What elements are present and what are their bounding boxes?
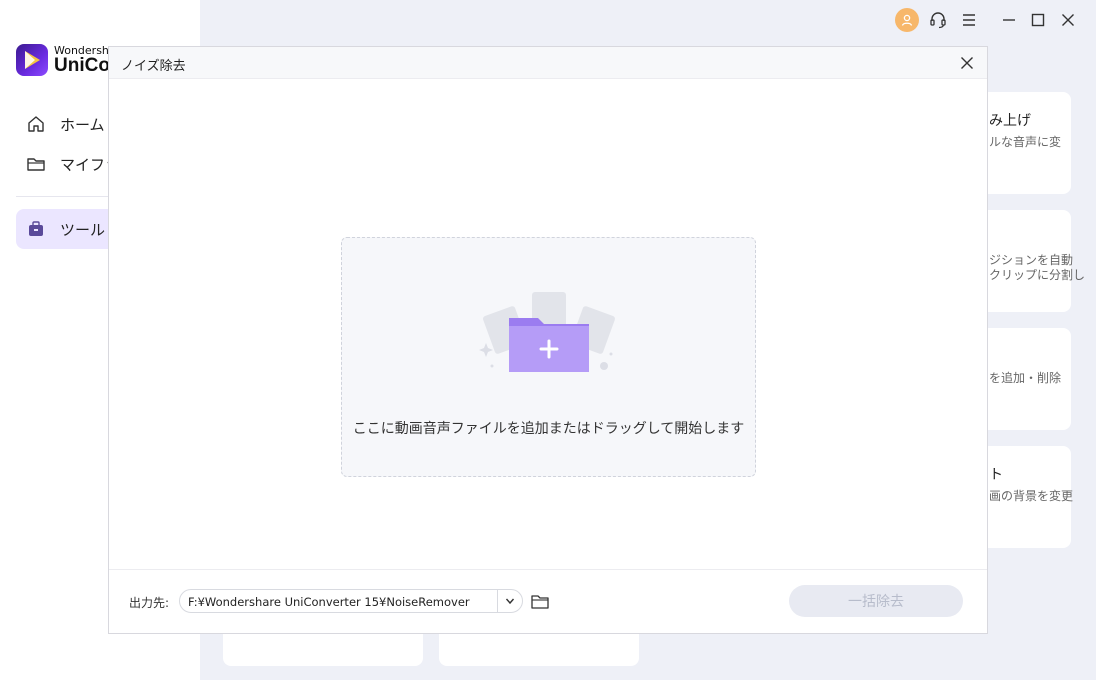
toolbox-icon — [26, 219, 46, 239]
file-dropzone[interactable]: ここに動画音声ファイルを追加またはドラッグして開始します — [341, 237, 756, 477]
add-folder-icon[interactable] — [474, 288, 624, 392]
close-icon[interactable] — [957, 53, 977, 73]
output-path-value: F:¥Wondershare UniConverter 15¥NoiseRemo… — [188, 595, 470, 609]
output-path-select[interactable]: F:¥Wondershare UniConverter 15¥NoiseRemo… — [179, 589, 523, 613]
tool-card-desc: クリップに分割し — [989, 268, 1086, 282]
dialog-title: ノイズ除去 — [121, 59, 186, 74]
batch-remove-button[interactable]: 一括除去 — [789, 585, 963, 617]
dialog-footer: 出力先: F:¥Wondershare UniConverter 15¥Nois… — [109, 569, 987, 633]
sidebar-item-label: ホーム — [60, 115, 105, 134]
tool-card-desc: を追加・削除 — [989, 371, 1062, 385]
open-folder-icon[interactable] — [529, 590, 551, 612]
dialog-header: ノイズ除去 — [109, 47, 987, 79]
divider — [497, 590, 498, 612]
output-label: 出力先: — [129, 596, 170, 610]
minimize-icon[interactable] — [998, 8, 1020, 32]
chevron-down-icon[interactable] — [502, 593, 518, 609]
support-headset-icon[interactable] — [927, 8, 949, 32]
brand-name-main: UniCo — [54, 55, 110, 76]
menu-icon[interactable] — [958, 8, 980, 32]
dropzone-instructions: ここに動画音声ファイルを追加またはドラッグして開始します — [352, 421, 745, 437]
noise-removal-dialog: ノイズ除去 ここに動画音声ファイルを追加またはドラッグして開始します 出力先: — [108, 46, 988, 634]
tool-card-desc: ジションを自動 — [989, 253, 1074, 267]
maximize-icon[interactable] — [1027, 8, 1049, 32]
sidebar-item-label: ツール — [60, 220, 106, 239]
close-window-icon[interactable] — [1057, 8, 1079, 32]
home-icon — [26, 114, 46, 134]
tool-card-desc: ルな音声に変 — [989, 135, 1062, 149]
tool-card-desc: 画の背景を変更 — [989, 489, 1074, 503]
app-logo — [16, 44, 48, 76]
tool-card-title: み上げ — [989, 113, 1031, 129]
tool-card-title: ト — [989, 467, 1003, 483]
folder-icon — [26, 154, 46, 174]
user-avatar[interactable] — [895, 8, 919, 32]
